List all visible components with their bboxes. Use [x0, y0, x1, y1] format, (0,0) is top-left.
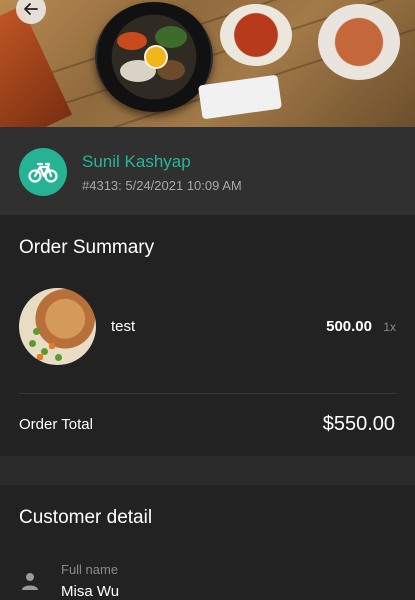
- header-food-image: [0, 0, 415, 127]
- order-summary-section: Order Summary test 500.00 1x Order Total…: [0, 215, 415, 456]
- person-icon: [22, 573, 38, 590]
- section-title: Customer detail: [19, 507, 153, 528]
- store-logo: [19, 148, 67, 196]
- bicycle-icon: [28, 162, 58, 183]
- item-quantity: 1x: [383, 320, 396, 334]
- full-name-label: Full name: [61, 562, 119, 577]
- order-meta: #4313: 5/24/2021 10:09 AM: [82, 178, 242, 193]
- arrow-left-icon: [24, 3, 38, 15]
- item-name: test: [111, 318, 136, 335]
- store-name[interactable]: Sunil Kashyap: [82, 152, 191, 172]
- order-total-label: Order Total: [19, 416, 93, 433]
- item-price: 500.00: [326, 318, 372, 335]
- order-total-value: $550.00: [322, 413, 395, 435]
- customer-detail-section: Customer detail Full name Misa Wu: [0, 485, 415, 600]
- store-header: Sunil Kashyap #4313: 5/24/2021 10:09 AM: [0, 127, 415, 215]
- item-thumbnail: [19, 288, 96, 365]
- full-name-value: Misa Wu: [61, 583, 120, 600]
- section-title: Order Summary: [19, 237, 155, 258]
- divider: [19, 393, 396, 394]
